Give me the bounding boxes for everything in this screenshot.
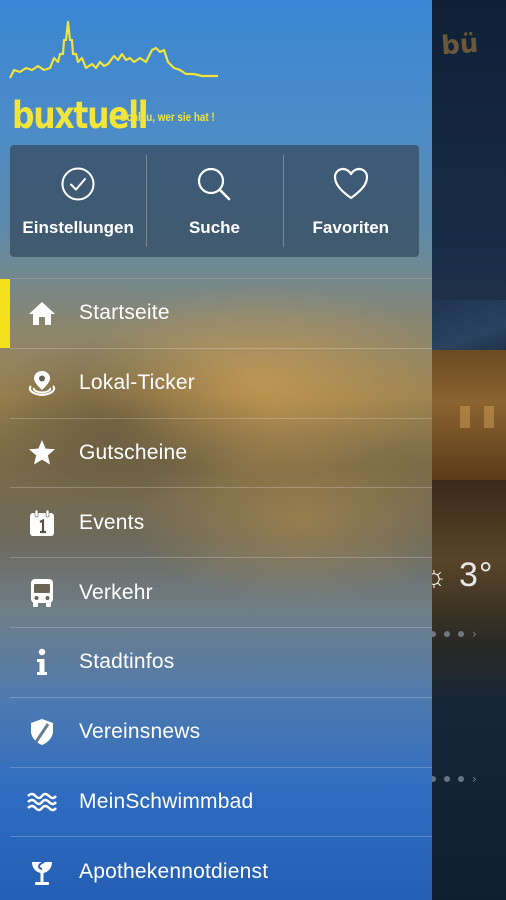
menu-item-stadtinfos[interactable]: Stadtinfos xyxy=(10,626,432,697)
info-icon xyxy=(22,648,62,676)
carousel-dot[interactable] xyxy=(444,776,450,782)
navigation-drawer: buxtuell Schlau, wer sie hat ! Einstellu… xyxy=(0,0,432,900)
carousel-dots-bottom[interactable]: › xyxy=(430,772,477,786)
background-lower xyxy=(432,710,506,900)
search-label: Suche xyxy=(188,218,240,237)
weather-temperature: 3° xyxy=(458,556,494,594)
pharmacy-icon xyxy=(22,855,62,888)
bus-icon xyxy=(22,578,62,608)
location-ticker-icon xyxy=(22,369,62,397)
shield-icon xyxy=(22,718,62,746)
menu-item-label: MeinSchwimmbad xyxy=(79,789,254,813)
menu-item-label: Lokal-Ticker xyxy=(79,371,195,395)
star-icon xyxy=(22,439,62,466)
background-building-image xyxy=(432,350,506,480)
search-icon xyxy=(195,165,233,203)
menu-item-events[interactable]: Events xyxy=(10,487,432,557)
search-button[interactable]: Suche xyxy=(146,145,282,257)
chevron-right-icon[interactable]: › xyxy=(472,772,477,786)
menu-item-label: Startseite xyxy=(79,301,170,325)
menu-item-lokal-ticker[interactable]: Lokal-Ticker xyxy=(10,347,432,418)
menu-item-startseite[interactable]: Startseite xyxy=(0,278,432,348)
menu-item-apothekennotdienst[interactable]: Apothekennotdienst xyxy=(10,836,432,900)
menu-item-label: Vereinsnews xyxy=(79,720,201,744)
menu-item-label: Gutscheine xyxy=(79,440,188,464)
menu-item-label: Events xyxy=(79,510,145,534)
menu-item-meinschwimmbad[interactable]: MeinSchwimmbad xyxy=(10,766,432,837)
carousel-dots-top[interactable]: › xyxy=(430,627,477,641)
background-logo: bü xyxy=(440,28,480,62)
skyline-logo-graphic xyxy=(9,20,218,79)
menu-item-label: Stadtinfos xyxy=(79,650,175,674)
menu-item-label: Apothekennotdienst xyxy=(79,859,269,883)
settings-label: Einstellungen xyxy=(22,218,134,237)
home-icon xyxy=(22,300,62,326)
menu-item-label: Verkehr xyxy=(79,580,153,604)
app-tagline: Schlau, wer sie hat ! xyxy=(120,110,215,124)
favorites-button[interactable]: Favoriten xyxy=(282,145,419,257)
quick-actions-bar: Einstellungen Suche Favoriten xyxy=(10,145,419,257)
calendar-icon xyxy=(22,509,62,537)
background-water xyxy=(432,480,506,710)
menu-item-verkehr[interactable]: Verkehr xyxy=(10,557,432,627)
carousel-dot[interactable] xyxy=(458,631,464,637)
menu-item-gutscheine[interactable]: Gutscheine xyxy=(10,417,432,488)
app-logo[interactable]: buxtuell Schlau, wer sie hat ! xyxy=(8,18,222,137)
drawer-menu: Startseite Lokal-Ticker Gutscheine Event… xyxy=(0,278,432,900)
favorites-label: Favoriten xyxy=(312,218,390,237)
heart-icon xyxy=(332,165,370,203)
chevron-right-icon[interactable]: › xyxy=(472,627,477,641)
check-circle-icon xyxy=(59,165,97,203)
carousel-dot[interactable] xyxy=(444,631,450,637)
settings-button[interactable]: Einstellungen xyxy=(10,145,146,257)
menu-item-vereinsnews[interactable]: Vereinsnews xyxy=(10,696,432,767)
carousel-dot[interactable] xyxy=(458,776,464,782)
waves-icon xyxy=(22,791,62,813)
